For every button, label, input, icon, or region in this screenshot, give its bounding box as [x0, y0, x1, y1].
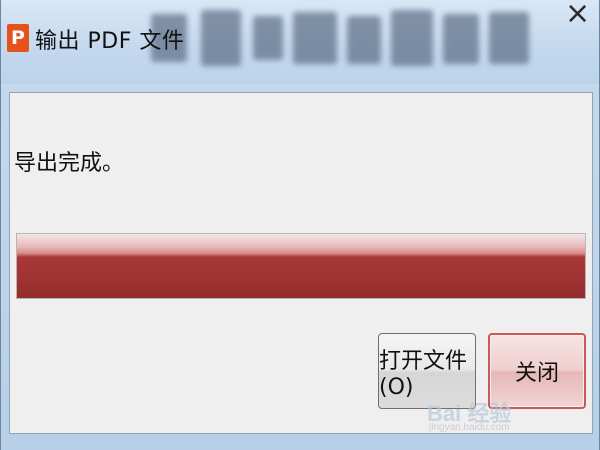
title-bar[interactable]: P 输出 PDF 文件 × — [1, 0, 599, 84]
close-icon[interactable]: × — [565, 0, 591, 34]
pdf-app-icon: P — [7, 24, 29, 52]
close-glyph: × — [565, 0, 591, 31]
progress-bar — [16, 233, 586, 299]
window-title: 输出 PDF 文件 — [35, 29, 185, 54]
watermark-url: jingyan.baidu.com — [429, 422, 510, 433]
baidu-watermark: Bai 经验 jingyan.baidu.com — [427, 396, 577, 436]
app-icon-letter: P — [11, 27, 25, 49]
export-pdf-dialog: P 输出 PDF 文件 × 导出完成。 打开文件(O) 关闭 Bai 经验 ji… — [0, 0, 600, 450]
dialog-body: 导出完成。 打开文件(O) 关闭 — [9, 92, 593, 434]
progress-bar-fill — [17, 234, 585, 298]
blurred-background — [141, 0, 561, 80]
status-message: 导出完成。 — [14, 151, 125, 176]
